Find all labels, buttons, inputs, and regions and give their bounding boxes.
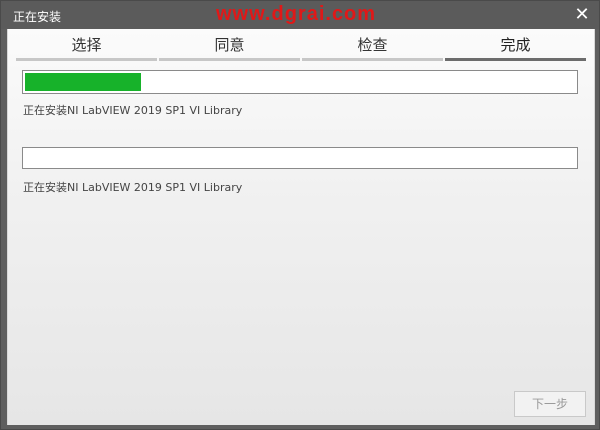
close-icon[interactable]: ✕ (571, 4, 593, 26)
tab-check-label: 检查 (357, 36, 388, 54)
tab-agree-label: 同意 (214, 36, 245, 54)
tab-select: 选择 (16, 31, 157, 61)
step-tabs: 选择 同意 检查 完成 (16, 31, 588, 61)
overall-status-text: 正在安装NI LabVIEW 2019 SP1 VI Library (23, 104, 243, 117)
watermark-text: www.dgrai.com (216, 3, 377, 25)
next-button[interactable]: 下一步 (514, 391, 586, 417)
tab-finish-label: 完成 (500, 36, 531, 54)
installer-window: 正在安装 www.dgrai.com ✕ 选择 同意 检查 完成 正在安装NI … (0, 0, 600, 430)
item-status-text: 正在安装NI LabVIEW 2019 SP1 VI Library (23, 181, 243, 194)
title-bar: 正在安装 www.dgrai.com ✕ (1, 1, 599, 29)
tab-agree: 同意 (159, 31, 300, 61)
content-pane: 选择 同意 检查 完成 正在安装NI LabVIEW 2019 SP1 VI L… (7, 29, 595, 425)
tab-select-indicator (16, 58, 157, 61)
tab-finish-indicator (445, 58, 586, 61)
tab-select-label: 选择 (71, 36, 102, 54)
tab-check: 检查 (302, 31, 443, 61)
tab-agree-indicator (159, 58, 300, 61)
overall-progress-fill (25, 73, 141, 91)
tab-finish: 完成 (445, 31, 586, 61)
tab-check-indicator (302, 58, 443, 61)
window-title: 正在安装 (13, 10, 62, 24)
item-progress-bar (22, 147, 578, 169)
overall-progress-bar (22, 70, 578, 94)
